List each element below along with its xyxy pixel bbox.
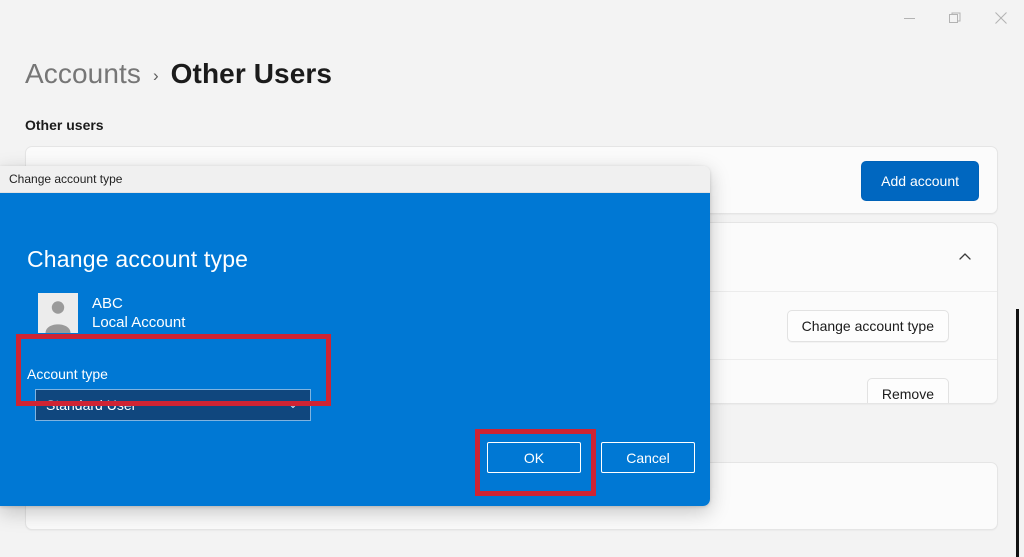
dialog-body: Change account type ABC Local Account Ac… (0, 193, 710, 506)
section-header-other-users: Other users (25, 117, 104, 133)
restore-button[interactable] (932, 0, 978, 36)
change-account-type-dialog: Change account type Change account type … (0, 166, 710, 506)
close-icon (995, 12, 1007, 24)
account-name: ABC (92, 294, 123, 312)
add-account-button[interactable]: Add account (861, 161, 979, 201)
page-title: Other Users (170, 58, 333, 89)
remove-account-button[interactable]: Remove (866, 377, 949, 403)
account-subtitle: Local Account (92, 314, 186, 331)
minimize-icon (903, 17, 915, 19)
close-button[interactable] (978, 0, 1024, 36)
cancel-button[interactable]: Cancel (601, 442, 695, 473)
chevron-down-icon (286, 398, 300, 412)
account-type-label: Account type (27, 366, 108, 382)
breadcrumb-separator-icon: › (152, 66, 159, 85)
minimize-button[interactable] (886, 0, 932, 36)
dialog-titlebar-text: Change account type (9, 172, 123, 186)
breadcrumb: Accounts › Other Users (25, 58, 332, 90)
dialog-heading: Change account type (27, 246, 249, 272)
change-account-type-button[interactable]: Change account type (786, 309, 949, 342)
chevron-up-icon[interactable] (957, 249, 973, 265)
window-right-edge-strip (1016, 309, 1019, 557)
window-titlebar (0, 0, 1024, 36)
ok-button[interactable]: OK (487, 442, 581, 473)
breadcrumb-parent-accounts[interactable]: Accounts (25, 58, 141, 90)
account-summary: ABC Local Account (38, 293, 185, 333)
dialog-titlebar: Change account type (0, 166, 710, 193)
restore-icon (949, 12, 961, 23)
account-type-selected-value: Standard User (46, 397, 137, 413)
person-avatar-icon (38, 293, 78, 333)
account-type-select[interactable]: Standard User (35, 389, 311, 421)
